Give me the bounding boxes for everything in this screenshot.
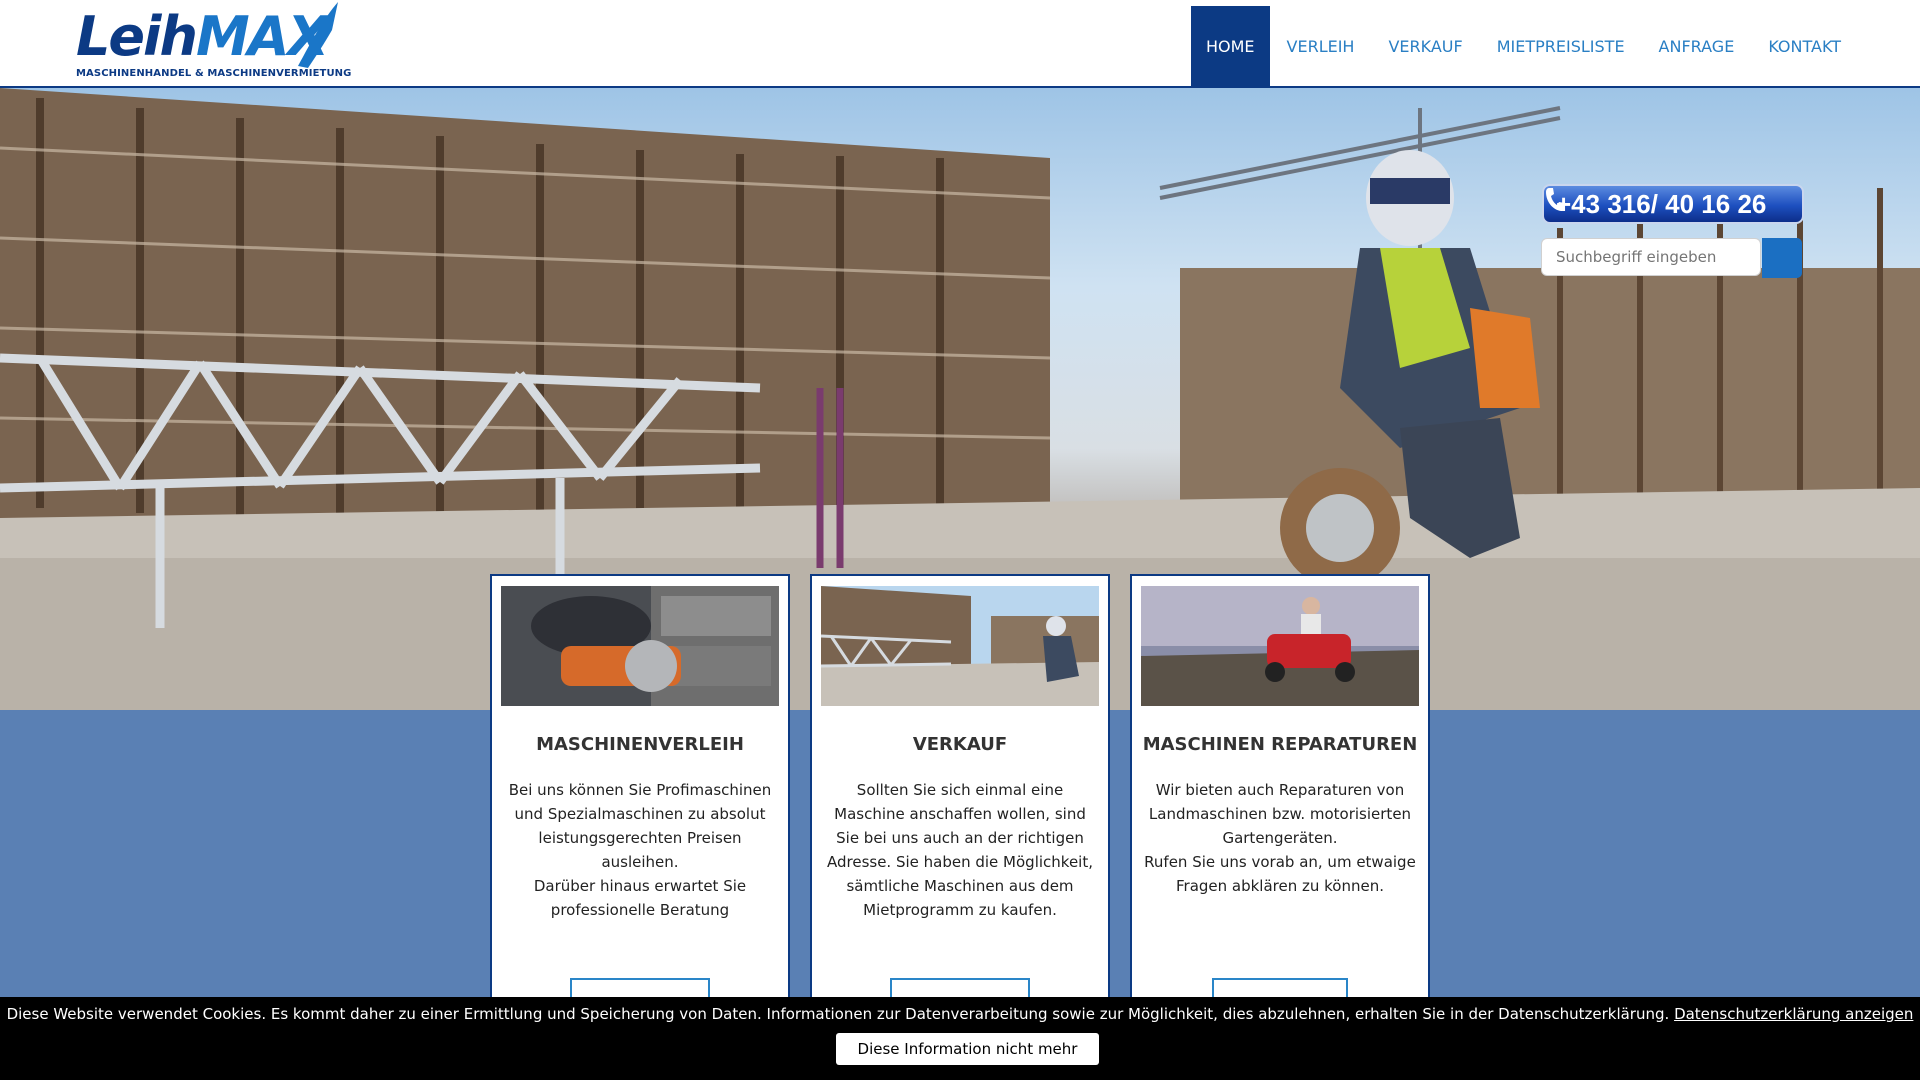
cookie-message-line: Diese Website verwendet Cookies. Es komm…	[0, 1003, 1920, 1025]
search-button[interactable]	[1762, 238, 1802, 278]
cookie-dismiss-button[interactable]: Diese Information nicht mehr anzeigen	[836, 1033, 1099, 1080]
card-verkauf: VERKAUF Sollten Sie sich einmal eine Mas…	[810, 574, 1110, 1008]
logo-tagline: MASCHINENHANDEL & MASCHINENVERMIETUNG	[76, 68, 352, 79]
phone-icon	[1546, 188, 1565, 211]
main-nav: HOME VERLEIH VERKAUF MIETPREISLISTE ANFR…	[1190, 6, 1858, 86]
card-text: Sollten Sie sich einmal eine Maschine an…	[826, 781, 1093, 919]
search-input[interactable]	[1541, 238, 1761, 276]
privacy-policy-link[interactable]: Datenschutzerklärung anzeigen	[1674, 1005, 1913, 1023]
card-image-reparaturen	[1141, 586, 1419, 706]
logo-swoosh-icon	[298, 2, 338, 68]
card-maschinen-reparaturen: MASCHINEN REPARATUREN Wir bieten auch Re…	[1130, 574, 1430, 1008]
nav-item-kontakt[interactable]: KONTAKT	[1751, 6, 1858, 86]
logo-name-part1: Leih	[76, 5, 198, 68]
card-title: MASCHINEN REPARATUREN	[1142, 734, 1418, 755]
card-image-maschinenverleih	[501, 586, 779, 706]
card-photo-construction	[821, 586, 1099, 706]
card-photo-saw	[501, 586, 779, 706]
card-text: Wir bieten auch Reparaturen von Landmasc…	[1144, 781, 1416, 895]
nav-item-home[interactable]: HOME	[1190, 6, 1270, 86]
phone-number-text: +43 316/ 40 16 26	[1556, 188, 1767, 219]
site-header: LeihMAX MASCHINENHANDEL & MASCHINENVERMI…	[0, 0, 1920, 88]
logo-wordmark: LeihMAX	[76, 10, 329, 64]
leihmax-logo[interactable]: LeihMAX MASCHINENHANDEL & MASCHINENVERMI…	[76, 2, 351, 82]
nav-item-anfrage[interactable]: ANFRAGE	[1642, 6, 1752, 86]
card-text: Bei uns können Sie Profimaschinen und Sp…	[508, 781, 772, 919]
cookie-banner: Diese Website verwendet Cookies. Es komm…	[0, 997, 1920, 1080]
nav-item-verkauf[interactable]: VERKAUF	[1371, 6, 1479, 86]
card-image-verkauf	[821, 586, 1099, 706]
card-photo-mower	[1141, 586, 1419, 706]
cookie-message: Diese Website verwendet Cookies. Es komm…	[6, 1005, 1670, 1023]
card-title: MASCHINENVERLEIH	[536, 734, 744, 755]
card-maschinenverleih: MASCHINENVERLEIH Bei uns können Sie Prof…	[490, 574, 790, 1008]
card-title: VERKAUF	[912, 734, 1008, 755]
nav-item-verleih[interactable]: VERLEIH	[1270, 6, 1372, 86]
phone-number-badge[interactable]: +43 316/ 40 16 26	[1542, 184, 1804, 224]
nav-item-mietpreisliste[interactable]: MIETPREISLISTE	[1480, 6, 1642, 86]
